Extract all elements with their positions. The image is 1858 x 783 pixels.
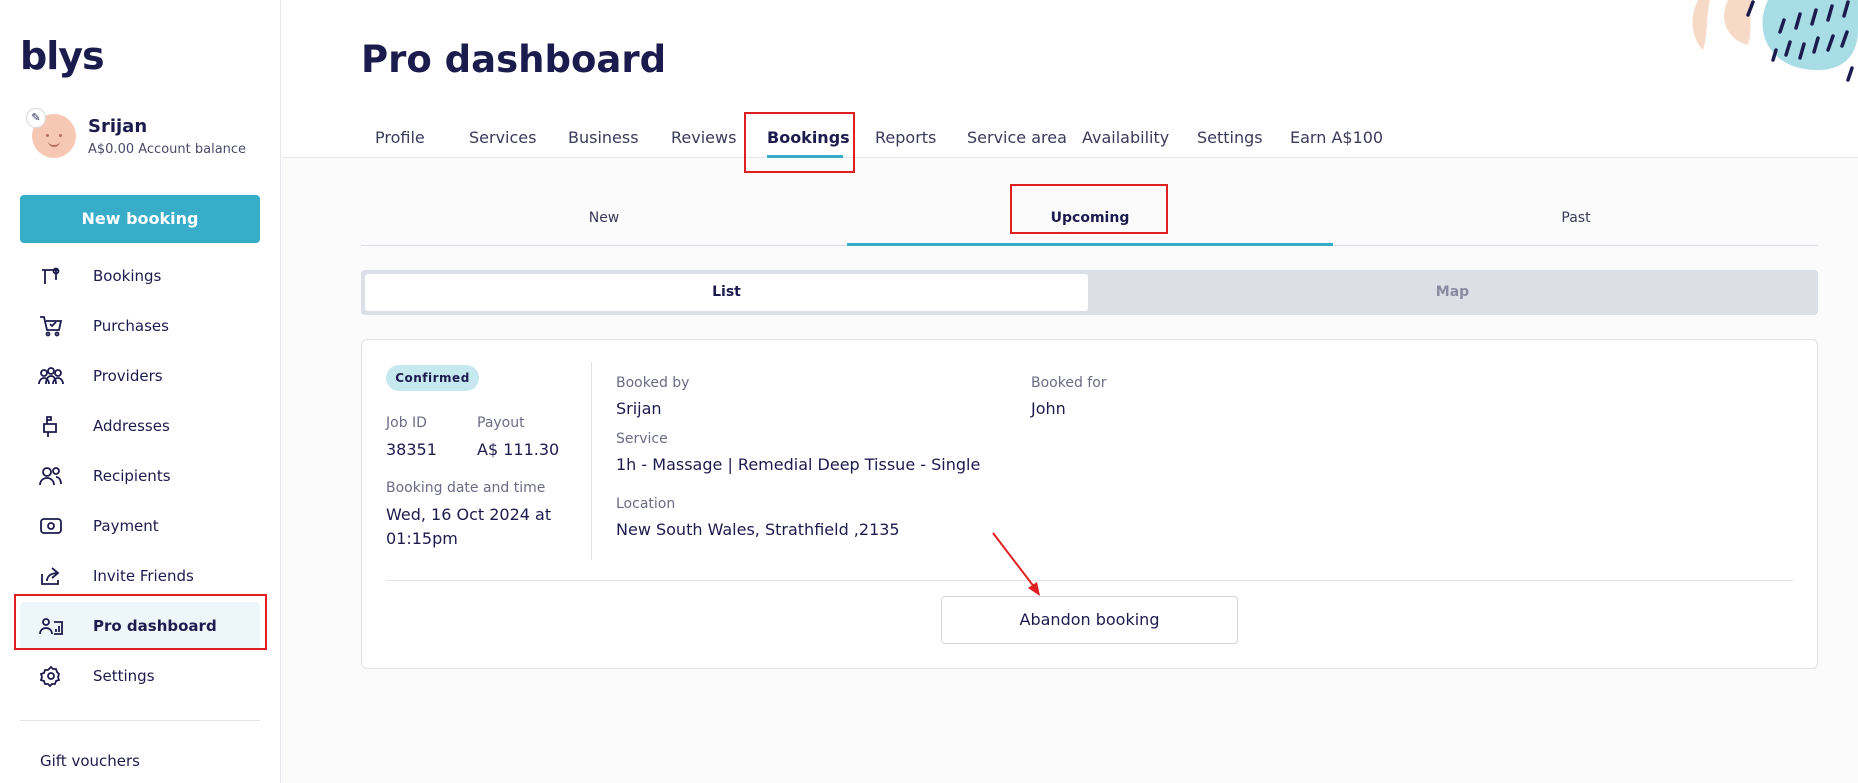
blys-logo[interactable]: blys <box>20 34 105 78</box>
list-view-option[interactable]: List <box>365 274 1088 311</box>
payout-value: A$ 111.30 <box>477 440 560 459</box>
user-profile[interactable]: ✎ Srijan A$0.00 Account balance <box>26 108 268 170</box>
map-view-option[interactable]: Map <box>1091 274 1814 311</box>
main-content: Pro dashboard Profile Services Business … <box>282 0 1858 783</box>
new-booking-button[interactable]: New booking <box>20 195 260 243</box>
sidebar-item-purchases[interactable]: Purchases <box>20 302 260 350</box>
sidebar-item-label: Invite Friends <box>93 567 194 585</box>
sidebar: blys ✎ Srijan A$0.00 Account balance New… <box>0 0 281 783</box>
mailbox-icon <box>38 414 64 438</box>
booked-by-value: Srijan <box>616 399 662 418</box>
job-id-label: Job ID <box>386 415 427 431</box>
tab-availability[interactable]: Availability <box>1082 128 1169 147</box>
decorative-illustration <box>1692 0 1858 82</box>
sidebar-item-addresses[interactable]: Addresses <box>20 402 260 450</box>
sidebar-item-invite-friends[interactable]: Invite Friends <box>20 552 260 600</box>
highlight-bookings-tab <box>744 112 855 173</box>
location-value: New South Wales, Strathfield ,2135 <box>616 520 900 539</box>
tab-settings[interactable]: Settings <box>1197 128 1263 147</box>
booking-date-label: Booking date and time <box>386 480 546 496</box>
sidebar-item-settings[interactable]: Settings <box>20 652 260 700</box>
booking-date-line1: Wed, 16 Oct 2024 at <box>386 505 552 524</box>
card-divider-horizontal <box>386 580 1793 581</box>
sidebar-item-bookings[interactable]: Bookings <box>20 252 260 300</box>
highlight-pro-dashboard <box>14 594 267 650</box>
subtab-past[interactable]: Past <box>1333 210 1819 226</box>
avatar-eye <box>46 134 49 137</box>
highlight-upcoming-subtab <box>1010 184 1168 234</box>
booking-date-line2: 01:15pm <box>386 529 458 548</box>
sidebar-item-label: Payment <box>93 517 159 535</box>
status-badge: Confirmed <box>386 365 479 391</box>
sidebar-item-label: Recipients <box>93 467 171 485</box>
sidebar-item-label: Purchases <box>93 317 169 335</box>
active-subtab-indicator <box>847 243 1333 246</box>
tab-business[interactable]: Business <box>568 128 639 147</box>
subtab-new[interactable]: New <box>361 210 847 226</box>
annotation-arrow-icon <box>992 532 1040 596</box>
sidebar-item-recipients[interactable]: Recipients <box>20 452 260 500</box>
card-divider-vertical <box>591 362 592 560</box>
sidebar-item-payment[interactable]: Payment <box>20 502 260 550</box>
location-label: Location <box>616 496 676 512</box>
sidebar-divider <box>20 720 260 721</box>
sidebar-item-label: Bookings <box>93 267 162 285</box>
providers-icon <box>38 364 64 388</box>
booking-card: Confirmed Job ID 38351 Payout A$ 111.30 … <box>361 339 1818 669</box>
sidebar-item-label: Settings <box>93 667 155 685</box>
page-header: Pro dashboard Profile Services Business … <box>282 0 1858 158</box>
tab-services[interactable]: Services <box>469 128 536 147</box>
gear-icon <box>38 664 64 688</box>
tab-service-area[interactable]: Service area <box>967 128 1067 147</box>
people-icon <box>38 464 64 488</box>
sidebar-item-label: Addresses <box>93 417 170 435</box>
tab-earn-referral[interactable]: Earn A$100 <box>1290 128 1383 147</box>
sidebar-item-providers[interactable]: Providers <box>20 352 260 400</box>
edit-pencil-icon[interactable]: ✎ <box>26 108 46 128</box>
booked-for-label: Booked for <box>1031 375 1107 391</box>
payout-label: Payout <box>477 415 525 431</box>
service-label: Service <box>616 431 668 447</box>
page-title: Pro dashboard <box>361 38 667 81</box>
cart-icon <box>38 314 64 338</box>
account-balance: A$0.00 Account balance <box>88 142 247 157</box>
sidebar-item-label: Providers <box>93 367 163 385</box>
abandon-booking-button[interactable]: Abandon booking <box>941 596 1238 644</box>
tab-reviews[interactable]: Reviews <box>671 128 736 147</box>
avatar-eye <box>59 134 62 137</box>
gift-vouchers-link[interactable]: Gift vouchers <box>40 752 140 770</box>
user-name: Srijan <box>88 116 148 137</box>
view-toggle: List Map <box>361 270 1818 315</box>
service-value: 1h - Massage | Remedial Deep Tissue - Si… <box>616 455 981 474</box>
share-icon <box>38 564 64 588</box>
booked-for-value: John <box>1031 399 1066 418</box>
tab-profile[interactable]: Profile <box>375 128 425 147</box>
payment-icon <box>38 514 64 538</box>
booked-by-label: Booked by <box>616 375 690 391</box>
avatar-mouth <box>48 141 60 147</box>
booking-icon <box>38 264 64 288</box>
tab-reports[interactable]: Reports <box>875 128 936 147</box>
job-id-value: 38351 <box>386 440 437 459</box>
